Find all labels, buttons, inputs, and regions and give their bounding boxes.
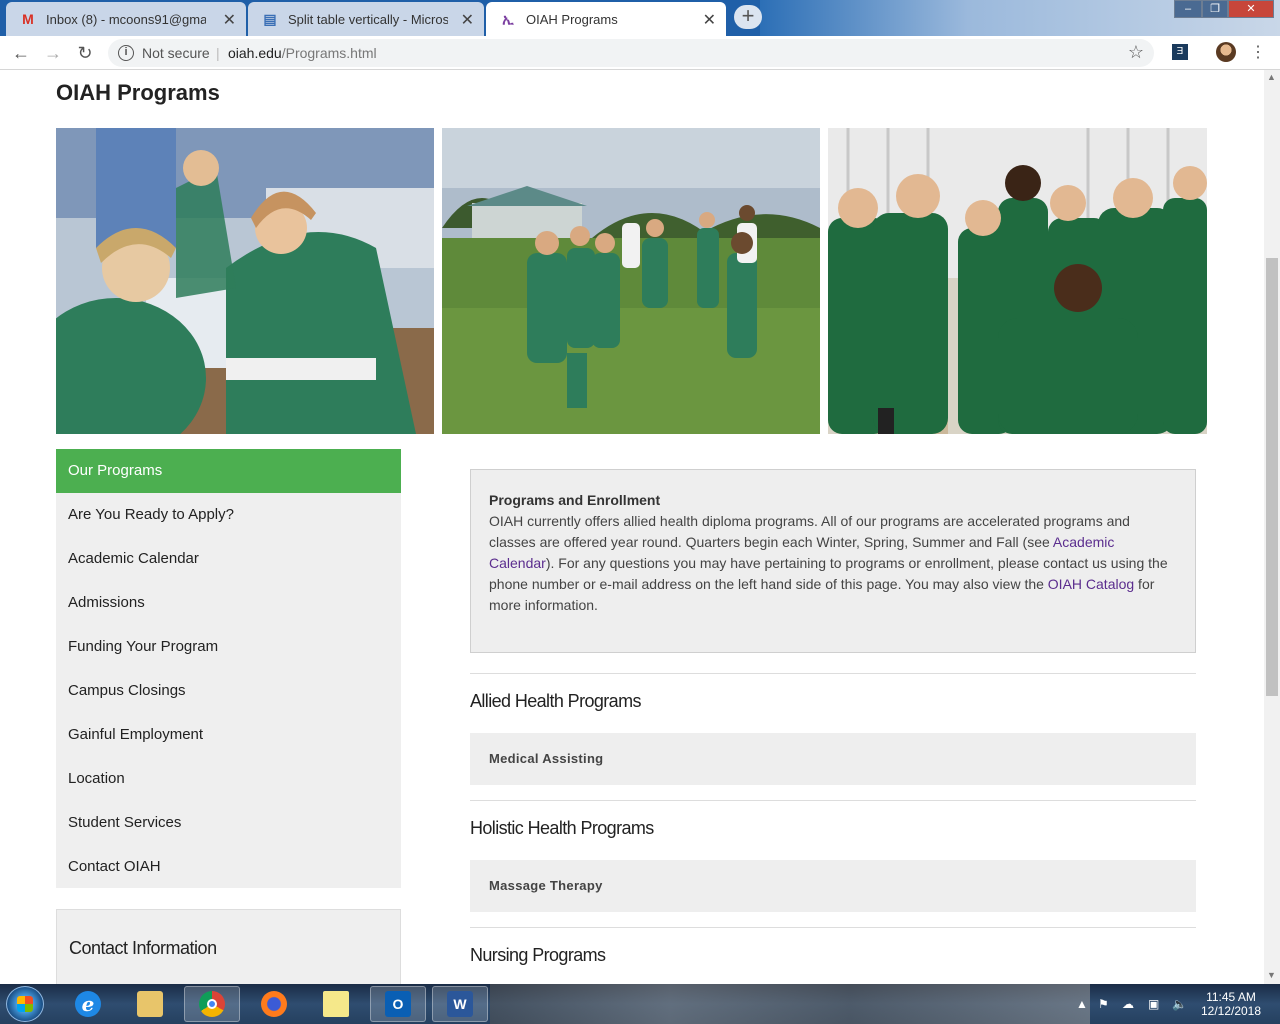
section-title-nursing: Nursing Programs [470,945,606,965]
internet-explorer-icon: e [75,991,101,1017]
programs-enrollment-box: Programs and Enrollment OIAH currently o… [470,469,1196,653]
security-label: Not secure [142,45,210,61]
page-viewport: OIAH Programs Our Programs Are You Ready… [0,70,1264,984]
section-title-allied-health: Allied Health Programs [470,691,641,711]
windows-taskbar: e O W ▲ ⚑ ☁ ▣ 🔈 11:45 AM 12/12/2018 [0,984,1280,1024]
close-tab-icon[interactable]: ✕ [703,10,716,30]
back-arrow-icon[interactable]: ← [10,42,32,64]
sidebar-item-location[interactable]: Location [56,757,401,801]
sidebar-item-academic-calendar[interactable]: Academic Calendar [56,537,401,581]
sticky-notes-icon [323,991,349,1017]
divider [470,800,1196,801]
outlook-icon: O [385,991,411,1017]
sidebar-item-student-services[interactable]: Student Services [56,801,401,845]
menu-icon[interactable]: ⋮ [1250,42,1266,62]
contact-information-panel: Contact Information [56,909,401,984]
minimize-button[interactable]: – [1174,0,1202,18]
tab-microsoft[interactable]: ▤ Split table vertically - Microsoft C ✕ [248,2,484,36]
clock-date: 12/12/2018 [1200,1004,1262,1018]
sidebar-nav: Our Programs Are You Ready to Apply? Aca… [56,449,401,888]
oiah-catalog-link[interactable]: OIAH Catalog [1048,576,1134,592]
forward-arrow-icon[interactable]: → [42,42,64,64]
oiah-icon: ኢ [502,10,514,27]
clock-time: 11:45 AM [1206,990,1256,1004]
tab-gmail[interactable]: M Inbox (8) - mcoons91@gmail.com ✕ [6,2,246,36]
browser-tab-strip: M Inbox (8) - mcoons91@gmail.com ✕ ▤ Spl… [0,0,1280,36]
url-domain: oiah.edu [228,45,282,61]
document-icon: ▤ [263,10,277,27]
photo-clinical-lab [56,128,434,434]
sidebar-item-contact-oiah[interactable]: Contact OIAH [56,845,401,889]
section-title-holistic-health: Holistic Health Programs [470,818,654,838]
firefox-icon [261,991,287,1017]
desktop-background [490,984,1090,1024]
tab-title: Inbox (8) - mcoons91@gmail.com [46,11,206,27]
divider [470,927,1196,928]
program-massage-therapy[interactable]: Massage Therapy [470,860,1196,912]
photo-outdoor-group [442,128,820,434]
page-scrollbar[interactable]: ▲ ▼ [1264,70,1280,984]
sidebar-item-campus-closings[interactable]: Campus Closings [56,669,401,713]
show-hidden-icons[interactable]: ▲ [1076,984,1088,1024]
folder-icon [137,991,163,1017]
intro-text-part: OIAH currently offers allied health dipl… [489,513,1130,550]
info-icon[interactable]: i [118,45,134,61]
page-title: OIAH Programs [56,80,220,105]
volume-icon[interactable]: 🔈 [1172,984,1187,1024]
tab-oiah-programs[interactable]: ኢ OIAH Programs ✕ [486,2,726,36]
onedrive-cloud-icon[interactable]: ☁ [1122,984,1134,1024]
bookmark-star-icon[interactable]: ☆ [1128,42,1144,63]
new-tab-button[interactable]: + [734,5,762,29]
taskbar-chrome[interactable] [184,986,240,1022]
word-icon: W [447,991,473,1017]
address-bar[interactable]: i Not secure | oiah.edu/Programs.html ☆ [108,39,1154,67]
divider: | [216,45,220,61]
url-path: /Programs.html [281,45,377,61]
close-window-button[interactable]: ✕ [1228,0,1274,18]
taskbar-internet-explorer[interactable]: e [60,986,116,1022]
close-tab-icon[interactable]: ✕ [461,10,474,30]
maximize-button[interactable]: ❐ [1202,0,1228,18]
sidebar-item-our-programs[interactable]: Our Programs [56,449,401,493]
scroll-up-icon[interactable]: ▲ [1267,72,1276,82]
profile-avatar[interactable] [1216,42,1236,62]
taskbar-firefox[interactable] [246,986,302,1022]
start-button[interactable] [6,986,44,1022]
browser-toolbar: ← → ↻ i Not secure | oiah.edu/Programs.h… [0,36,1280,70]
sidebar-item-gainful-employment[interactable]: Gainful Employment [56,713,401,757]
system-clock[interactable]: 11:45 AM 12/12/2018 [1196,990,1266,1018]
taskbar-sticky-notes[interactable] [308,986,364,1022]
sidebar-item-admissions[interactable]: Admissions [56,581,401,625]
extension-icon[interactable]: Ǝ [1172,44,1188,60]
intro-heading: Programs and Enrollment [489,492,661,508]
tab-title: Split table vertically - Microsoft C [288,11,448,27]
scrollbar-thumb[interactable] [1266,258,1278,696]
taskbar-file-explorer[interactable] [122,986,178,1022]
action-center-flag-icon[interactable]: ⚑ [1098,984,1109,1024]
url-text[interactable]: oiah.edu/Programs.html [228,45,377,61]
windows-logo-icon [17,996,33,1012]
chrome-icon [199,991,225,1017]
contact-heading: Contact Information [69,938,217,958]
tab-title: OIAH Programs [526,11,618,27]
taskbar-outlook[interactable]: O [370,986,426,1022]
intro-text: OIAH currently offers allied health dipl… [489,511,1177,616]
sidebar-item-ready-to-apply[interactable]: Are You Ready to Apply? [56,493,401,537]
reload-icon[interactable]: ↻ [74,42,96,64]
taskbar-word[interactable]: W [432,986,488,1022]
photo-students-group [828,128,1207,434]
network-icon[interactable]: ▣ [1148,984,1159,1024]
divider [470,673,1196,674]
program-medical-assisting[interactable]: Medical Assisting [470,733,1196,785]
scroll-down-icon[interactable]: ▼ [1267,970,1276,980]
gmail-icon: M [22,11,34,27]
sidebar-item-funding[interactable]: Funding Your Program [56,625,401,669]
close-tab-icon[interactable]: ✕ [223,10,236,30]
